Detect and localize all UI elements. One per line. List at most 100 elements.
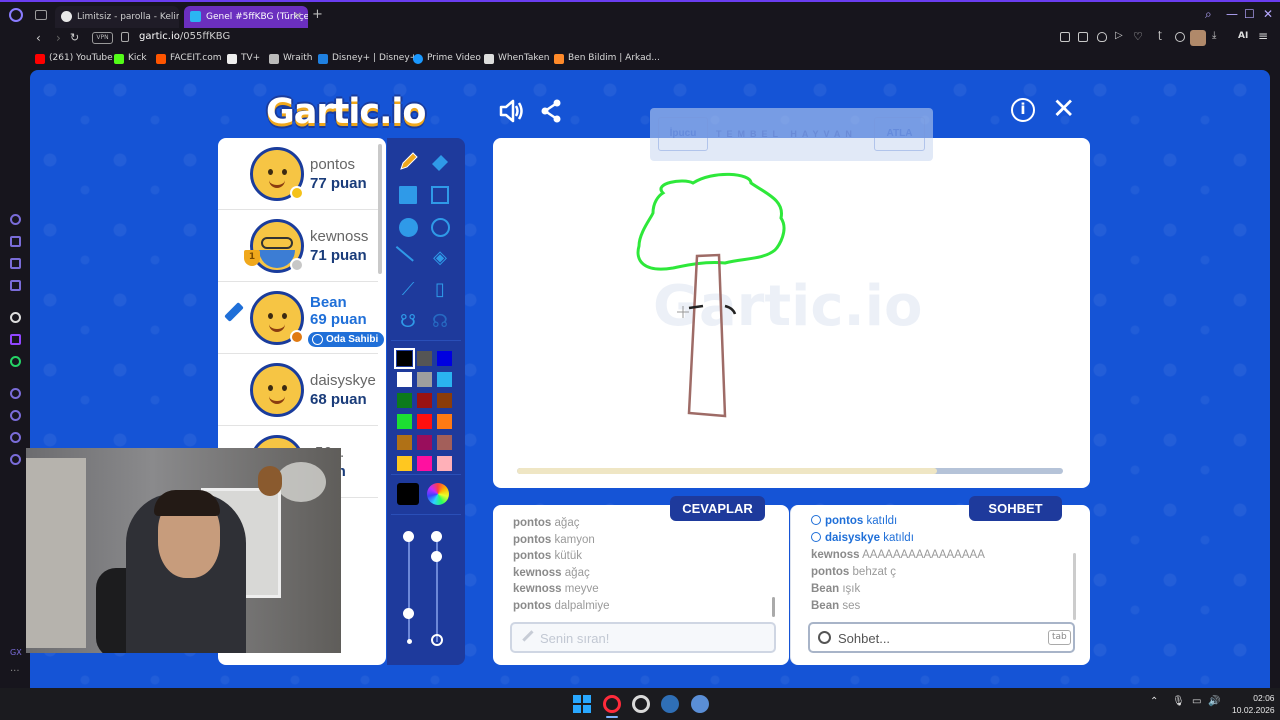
gx-icon[interactable]: GX: [10, 648, 22, 659]
minimize-icon[interactable]: —: [1226, 7, 1238, 21]
sound-icon[interactable]: [498, 98, 524, 124]
chatgpt-icon[interactable]: [10, 312, 21, 323]
lock-icon[interactable]: [121, 32, 129, 42]
color-swatch[interactable]: [397, 456, 412, 471]
bookmark-faceit[interactable]: FACEIT.com: [156, 53, 222, 64]
answer-input[interactable]: [540, 628, 740, 648]
color-swatch[interactable]: [437, 435, 452, 450]
player-row-drawing[interactable]: Bean 69 puan Oda Sahibi: [218, 282, 385, 354]
bookmark-disney[interactable]: Disney+ | Disney+: [318, 53, 417, 64]
close-icon[interactable]: ✕: [1052, 94, 1075, 124]
redo-icon[interactable]: ☊: [429, 311, 451, 333]
settings-icon[interactable]: [10, 454, 21, 465]
answer-input-box[interactable]: [510, 622, 776, 653]
bookmark-tvplus[interactable]: TV+: [227, 53, 260, 64]
profile-avatar[interactable]: [1190, 30, 1206, 46]
maximize-icon[interactable]: ☐: [1244, 7, 1255, 21]
color-swatch[interactable]: [437, 456, 452, 471]
slider-knob[interactable]: [431, 551, 442, 562]
aria-icon[interactable]: [10, 214, 21, 225]
tray-chevron-icon[interactable]: ⌃: [1150, 696, 1158, 707]
info-icon[interactable]: i: [1011, 98, 1035, 122]
twitch-icon[interactable]: [10, 334, 21, 345]
search-tabs-icon[interactable]: ⌕: [1205, 7, 1212, 22]
browser-tab-limitsiz[interactable]: Limitsiz - parolla - Kelime: [55, 6, 179, 28]
player-icon[interactable]: [10, 258, 21, 269]
line-tool-icon[interactable]: [395, 238, 421, 262]
rectangle-tool[interactable]: [431, 186, 449, 204]
current-color-swatch[interactable]: [397, 483, 419, 505]
reload-icon[interactable]: ↻: [70, 31, 79, 44]
player-row[interactable]: pontos 77 puan: [218, 138, 378, 210]
eraser-tool-icon[interactable]: [429, 151, 451, 173]
clear-page-icon[interactable]: ▯: [429, 279, 451, 301]
ai-button[interactable]: AI: [1238, 31, 1248, 41]
heart-icon[interactable]: ♡: [1133, 30, 1143, 43]
tab-close-icon[interactable]: ✕: [294, 6, 302, 28]
chat-scrollbar[interactable]: [1073, 553, 1076, 620]
chat-input-box[interactable]: tab: [808, 622, 1075, 653]
bookmark-kick[interactable]: Kick: [114, 53, 147, 64]
new-tab-icon[interactable]: +: [312, 7, 323, 22]
color-swatch[interactable]: [394, 348, 415, 369]
microphone-icon[interactable]: 🎙: [1172, 696, 1185, 707]
chat-input[interactable]: [838, 628, 1038, 648]
opera-music-icon[interactable]: [10, 388, 21, 399]
opera-gx-icon[interactable]: [603, 695, 621, 713]
menu-icon[interactable]: ≡: [1258, 29, 1268, 43]
pencil-tool-icon[interactable]: [397, 151, 419, 173]
drawing-canvas[interactable]: Gartic.io: [493, 138, 1090, 488]
messenger-m-icon[interactable]: [10, 280, 21, 291]
forward-icon[interactable]: ›: [56, 31, 61, 45]
share-icon[interactable]: [540, 98, 562, 124]
camera-snapshot-icon[interactable]: [1060, 32, 1070, 42]
bookmark-prime-video[interactable]: Prime Video: [413, 53, 481, 64]
eyedropper-icon[interactable]: ⟋: [397, 279, 419, 301]
circle-tool[interactable]: [431, 218, 450, 237]
back-icon[interactable]: ‹: [36, 31, 41, 45]
color-swatch[interactable]: [397, 372, 412, 387]
filled-circle-tool[interactable]: [399, 218, 418, 237]
color-swatch[interactable]: [417, 372, 432, 387]
slider-knob[interactable]: [403, 608, 414, 619]
color-swatch[interactable]: [417, 414, 432, 429]
players-scrollbar[interactable]: [378, 144, 382, 274]
color-swatch[interactable]: [437, 351, 452, 366]
bookmark-youtube[interactable]: (261) YouTube: [35, 53, 113, 64]
color-swatch[interactable]: [417, 435, 432, 450]
color-swatch[interactable]: [437, 414, 452, 429]
bookmark-whentaken[interactable]: WhenTaken: [484, 53, 550, 64]
color-swatch[interactable]: [417, 351, 432, 366]
color-picker-wheel[interactable]: [427, 483, 449, 505]
fill-bucket-icon[interactable]: ◈: [429, 247, 451, 269]
brush-size-slider[interactable]: [408, 532, 410, 642]
answers-scrollbar[interactable]: [772, 597, 775, 617]
close-window-icon[interactable]: ✕: [1263, 7, 1273, 21]
vpn-badge[interactable]: VPN: [92, 32, 113, 44]
skip-button[interactable]: ATLA: [874, 117, 925, 151]
filled-rectangle-tool[interactable]: [399, 186, 417, 204]
bookmark-wraith[interactable]: Wraith: [269, 53, 312, 64]
bookmark-ben-bildim[interactable]: Ben Bildim | Arkad...: [554, 53, 660, 64]
taskbar-clock[interactable]: 02:06 10.02.2026: [1232, 692, 1275, 716]
opacity-slider[interactable]: [436, 532, 438, 642]
network-icon[interactable]: ▭: [1192, 696, 1201, 707]
more-icon[interactable]: ···: [10, 666, 21, 677]
undo-icon[interactable]: ☋: [397, 311, 419, 333]
slider-knob[interactable]: [431, 531, 442, 542]
color-swatch[interactable]: [437, 393, 452, 408]
color-swatch[interactable]: [397, 414, 412, 429]
volume-icon[interactable]: 🔊: [1208, 696, 1220, 707]
app-icon[interactable]: [691, 695, 709, 713]
browser-tab-gartic[interactable]: Genel #5ffKBG (Türkçe) - ✕: [184, 6, 308, 28]
tab-overview-icon[interactable]: [35, 10, 47, 20]
download-icon[interactable]: ⤓: [1212, 30, 1222, 41]
whatsapp-icon[interactable]: [10, 356, 21, 367]
color-swatch[interactable]: [417, 393, 432, 408]
adblock-shield-icon[interactable]: [1097, 32, 1107, 42]
opera-logo-icon[interactable]: [9, 8, 23, 22]
player-row[interactable]: 1 kewnoss 71 puan: [218, 210, 378, 282]
color-swatch[interactable]: [417, 456, 432, 471]
hint-button[interactable]: İpucu: [658, 117, 708, 151]
history-icon[interactable]: [10, 410, 21, 421]
